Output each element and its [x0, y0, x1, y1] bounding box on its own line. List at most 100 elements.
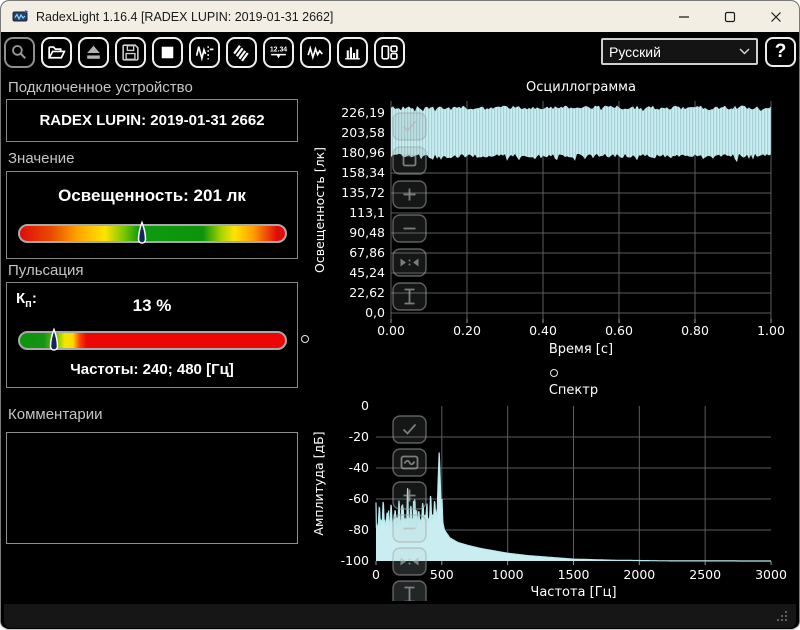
illuminance-gauge-bar	[18, 220, 287, 244]
osc-title: Осциллограмма	[526, 80, 636, 95]
magnifier-icon	[12, 45, 26, 59]
osc-xtick-label: 1.00	[757, 323, 785, 338]
value-display-view-button[interactable]: 12.34	[263, 37, 294, 68]
osc-ytick-label: 22,62	[349, 285, 385, 300]
spec-zoom-in-button[interactable]	[392, 481, 427, 510]
language-select[interactable]: Русский	[601, 38, 758, 65]
app-window: RadexLight 1.16.4 [RADEX LUPIN: 2019-01-…	[0, 0, 800, 630]
language-select-value: Русский	[609, 43, 661, 60]
spec-ytick-label: 0	[361, 398, 369, 413]
osc-xtick-label: 0.80	[681, 323, 709, 338]
device-box: RADEX LUPIN: 2019-01-31 2662	[6, 99, 298, 142]
osc-xtick-label: 0.40	[529, 323, 557, 338]
spec-signal-button[interactable]	[392, 448, 427, 477]
osc-ytick-label: 45,24	[349, 265, 385, 280]
value-section-header: Значение	[8, 150, 75, 167]
osc-xtick-label: 0.60	[605, 323, 633, 338]
osc-ytick-label: 135,72	[341, 185, 385, 200]
osc-ytick-label: 0,0	[365, 305, 385, 320]
illuminance-marker-icon	[137, 220, 147, 244]
bar-chart-icon	[345, 47, 360, 60]
osc-fit-width-button[interactable]	[392, 248, 427, 277]
stop-measurement-button[interactable]	[152, 37, 183, 68]
device-section-header: Подключенное устройство	[8, 79, 193, 96]
hatch-lines-icon	[233, 45, 249, 62]
spec-labels: 0-20-40-60-80-1000 500 1000 1500 2000 2500 300…	[311, 383, 787, 600]
digital-readout-icon: 12.34	[270, 46, 287, 59]
oscillogram-icon	[307, 45, 323, 61]
osc-xtick-label: 0.20	[453, 323, 481, 338]
osc-cursor-button[interactable]	[392, 282, 427, 311]
help-button[interactable]: ?	[765, 37, 796, 67]
osc-ytick-label: 203,58	[341, 125, 385, 140]
spec-xtick-label: 1000	[492, 567, 524, 582]
resize-grip-icon[interactable]	[776, 610, 788, 622]
frequencies-text: Частоты: 240; 480 [Гц]	[70, 361, 234, 378]
osc-ytick-label: 90,48	[349, 225, 385, 240]
charts-splitter-handle-icon[interactable]	[550, 369, 558, 377]
app-icon	[12, 10, 29, 22]
spec-ytick-label: -60	[349, 491, 369, 506]
osc-xtick-label: 0.00	[377, 323, 405, 338]
spec-ytick-label: -100	[341, 553, 369, 568]
spec-xtick-label: 3000	[755, 567, 787, 582]
close-icon	[771, 11, 781, 22]
osc-ytick-label: 113,1	[349, 205, 385, 220]
kp-value: 13 %	[132, 296, 172, 315]
open-file-button[interactable]	[41, 37, 72, 68]
osc-ytick-label: 226,19	[341, 105, 385, 120]
oscillogram-chart[interactable]: 226,19 203,58 180,96 158,34 135,72 113,1 90,48…	[311, 76, 796, 381]
osc-ytick-label: 67,86	[349, 245, 385, 260]
spectrum-view-button[interactable]	[337, 37, 368, 68]
open-folder-icon	[47, 46, 66, 59]
chevron-down-icon	[739, 48, 750, 55]
spec-ytick-label: -20	[349, 429, 369, 444]
spec-fit-width-button[interactable]	[392, 547, 427, 576]
spec-xtick-label: 2500	[689, 567, 721, 582]
spectrum-chart[interactable]: 0-20-40-60-80-1000 500 1000 1500 2000 2500 300…	[311, 379, 796, 601]
pulsation-gauge-bar	[18, 327, 287, 351]
spec-cursor-button[interactable]	[392, 580, 427, 601]
titlebar[interactable]: RadexLight 1.16.4 [RADEX LUPIN: 2019-01-…	[1, 1, 799, 32]
minimize-icon	[679, 15, 689, 18]
search-device-button[interactable]	[4, 37, 35, 68]
spec-xlabel: Частота [Гц]	[530, 585, 616, 600]
layout-panels-icon	[381, 45, 398, 60]
status-bar	[4, 604, 796, 628]
minimize-button[interactable]	[661, 1, 707, 32]
spec-xtick-label: 500	[430, 567, 454, 582]
oscillogram-view-button[interactable]	[300, 37, 331, 68]
pulsation-section-header: Пульсация	[8, 262, 84, 279]
comments-section-header: Комментарии	[8, 406, 103, 423]
floppy-disk-icon	[122, 44, 139, 61]
value-box: Освещенность: 201 лк	[6, 171, 298, 259]
spec-select-button[interactable]	[392, 415, 427, 444]
spec-xtick-label: 0	[372, 567, 380, 582]
osc-ytick-label: 158,34	[341, 165, 385, 180]
osc-zoom-out-button[interactable]	[392, 214, 427, 243]
spec-zoom-out-button[interactable]	[392, 514, 427, 543]
waveform-marker-icon	[195, 46, 214, 62]
left-splitter-handle-icon[interactable]	[301, 335, 309, 343]
pulsation-mode-button[interactable]	[226, 37, 257, 68]
measurement-mode-button[interactable]	[189, 37, 220, 68]
illuminance-reading: Освещенность: 201 лк	[58, 186, 246, 205]
osc-autoscale-button[interactable]	[392, 146, 427, 175]
osc-ylabel: Освещенность [лк]	[312, 147, 327, 273]
spec-ylabel: Амплитуда [дБ]	[311, 431, 326, 535]
maximize-icon	[724, 11, 736, 22]
osc-zoom-in-button[interactable]	[392, 180, 427, 209]
spec-ytick-label: -40	[349, 460, 369, 475]
osc-ytick-label: 180,96	[341, 145, 385, 160]
spec-xtick-label: 2000	[623, 567, 655, 582]
close-button[interactable]	[753, 1, 799, 32]
spec-xtick-label: 1500	[558, 567, 590, 582]
layout-view-button[interactable]	[374, 37, 405, 68]
spec-ytick-label: -80	[349, 522, 369, 537]
comments-input[interactable]	[6, 432, 298, 544]
osc-select-button[interactable]	[392, 112, 427, 141]
window-title: RadexLight 1.16.4 [RADEX LUPIN: 2019-01-…	[36, 9, 334, 24]
save-file-button[interactable]	[115, 37, 146, 68]
maximize-button[interactable]	[707, 1, 753, 32]
eject-device-button[interactable]	[78, 37, 109, 68]
